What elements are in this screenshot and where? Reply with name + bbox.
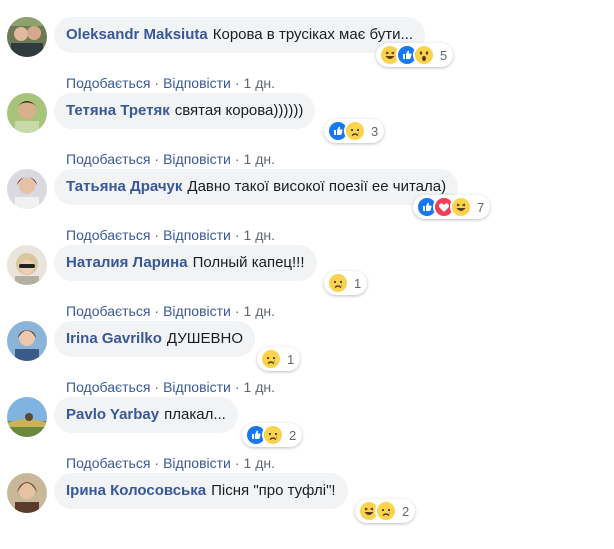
wow-reaction-icon (413, 44, 435, 66)
avatar[interactable] (7, 321, 47, 361)
reactions-summary[interactable]: 1 (257, 347, 301, 371)
comment-actions: Подобається · Відповісти · 1 дн. (66, 227, 275, 243)
haha-reaction-icon (450, 196, 472, 218)
comment-actions: Подобається · Відповісти · 1 дн. (66, 303, 275, 319)
separator: · (154, 151, 160, 167)
avatar[interactable] (7, 17, 47, 57)
separator: · (234, 379, 240, 395)
separator: · (154, 455, 160, 471)
reply-link[interactable]: Відповісти (163, 151, 231, 167)
comment-author[interactable]: Pavlo Yarbay (66, 397, 159, 433)
reaction-count: 7 (477, 199, 485, 215)
comment: Oleksandr Maksiuta Корова в трусіках має… (0, 17, 614, 93)
separator: · (234, 227, 240, 243)
comment-bubble: Pavlo Yarbay плакал... (54, 397, 238, 433)
reply-link[interactable]: Відповісти (163, 455, 231, 471)
sad-reaction-icon (375, 500, 397, 522)
comment-timestamp[interactable]: 1 дн. (244, 455, 275, 471)
sad-reaction-icon (262, 424, 284, 446)
comment: Тетяна Третяк святая корова)))))) 3 Подо… (0, 93, 614, 169)
reply-link[interactable]: Відповісти (163, 227, 231, 243)
comment-author[interactable]: Ірина Колосовська (66, 473, 206, 509)
like-link[interactable]: Подобається (66, 379, 150, 395)
comment-text: святая корова)))))) (174, 102, 304, 119)
reply-link[interactable]: Відповісти (163, 75, 231, 91)
reaction-count: 2 (289, 427, 297, 443)
comment-bubble: Ірина Колосовська Пісня "про туфлі"! (54, 473, 348, 509)
like-link[interactable]: Подобається (66, 75, 150, 91)
comment-author[interactable]: Irina Gavrilko (66, 321, 162, 357)
reactions-summary[interactable]: 7 (413, 195, 491, 219)
separator: · (154, 227, 160, 243)
comment: Татьяна Драчук Давно такої високої поезі… (0, 169, 614, 245)
comment: Ірина Колосовська Пісня "про туфлі"! 2 (0, 473, 614, 549)
avatar[interactable] (7, 245, 47, 285)
comment-actions: Подобається · Відповісти · 1 дн. (66, 455, 275, 471)
reaction-count: 1 (354, 275, 362, 291)
comment-actions: Подобається · Відповісти · 1 дн. (66, 379, 275, 395)
comment-text: плакал... (164, 406, 226, 423)
like-link[interactable]: Подобається (66, 455, 150, 471)
separator: · (234, 455, 240, 471)
comment-actions: Подобається · Відповісти · 1 дн. (66, 151, 275, 167)
comment-timestamp[interactable]: 1 дн. (244, 151, 275, 167)
avatar[interactable] (7, 397, 47, 437)
comment: Наталия Ларина Полный капец!!! 1 Подобає… (0, 245, 614, 321)
separator: · (154, 303, 160, 319)
comment-text: Полный капец!!! (192, 254, 305, 271)
like-link[interactable]: Подобається (66, 151, 150, 167)
reactions-summary[interactable]: 2 (355, 499, 416, 523)
comment-actions: Подобається · Відповісти · 1 дн. (66, 75, 275, 91)
comment-bubble: Тетяна Третяк святая корова)))))) (54, 93, 316, 129)
sad-reaction-icon (327, 272, 349, 294)
comment-author[interactable]: Oleksandr Maksiuta (66, 17, 208, 53)
comment-author[interactable]: Наталия Ларина (66, 245, 188, 281)
sad-reaction-icon (260, 348, 282, 370)
reactions-summary[interactable]: 3 (324, 119, 385, 143)
reaction-count: 3 (371, 123, 379, 139)
avatar[interactable] (7, 93, 47, 133)
separator: · (154, 75, 160, 91)
comment-text: ДУШЕВНО (166, 330, 243, 347)
comment-bubble: Татьяна Драчук Давно такої високої поезі… (54, 169, 459, 205)
reply-link[interactable]: Відповісти (163, 379, 231, 395)
separator: · (234, 151, 240, 167)
reactions-summary[interactable]: 2 (242, 423, 303, 447)
comment-author[interactable]: Тетяна Третяк (66, 93, 170, 129)
like-link[interactable]: Подобається (66, 227, 150, 243)
comment-text: Давно такої високої поезії ее читала) (187, 178, 447, 195)
reaction-count: 5 (440, 47, 448, 63)
separator: · (234, 303, 240, 319)
separator: · (234, 75, 240, 91)
reaction-count: 1 (287, 351, 295, 367)
comment: Pavlo Yarbay плакал... 2 Подобається · В… (0, 397, 614, 473)
comment-bubble: Oleksandr Maksiuta Корова в трусіках має… (54, 17, 426, 53)
comment-bubble: Irina Gavrilko ДУШЕВНО (54, 321, 255, 357)
comment: Irina Gavrilko ДУШЕВНО 1 Подобається · В… (0, 321, 614, 397)
comment-author[interactable]: Татьяна Драчук (66, 169, 182, 205)
comment-timestamp[interactable]: 1 дн. (244, 75, 275, 91)
like-link[interactable]: Подобається (66, 303, 150, 319)
separator: · (154, 379, 160, 395)
reaction-count: 2 (402, 503, 410, 519)
comment-text: Пісня "про туфлі"! (211, 482, 336, 499)
reply-link[interactable]: Відповісти (163, 303, 231, 319)
reactions-summary[interactable]: 5 (376, 43, 454, 67)
avatar[interactable] (7, 169, 47, 209)
comment-timestamp[interactable]: 1 дн. (244, 379, 275, 395)
comment-timestamp[interactable]: 1 дн. (244, 303, 275, 319)
comment-timestamp[interactable]: 1 дн. (244, 227, 275, 243)
avatar[interactable] (7, 473, 47, 513)
reactions-summary[interactable]: 1 (324, 271, 368, 295)
sad-reaction-icon (344, 120, 366, 142)
comment-bubble: Наталия Ларина Полный капец!!! (54, 245, 317, 281)
